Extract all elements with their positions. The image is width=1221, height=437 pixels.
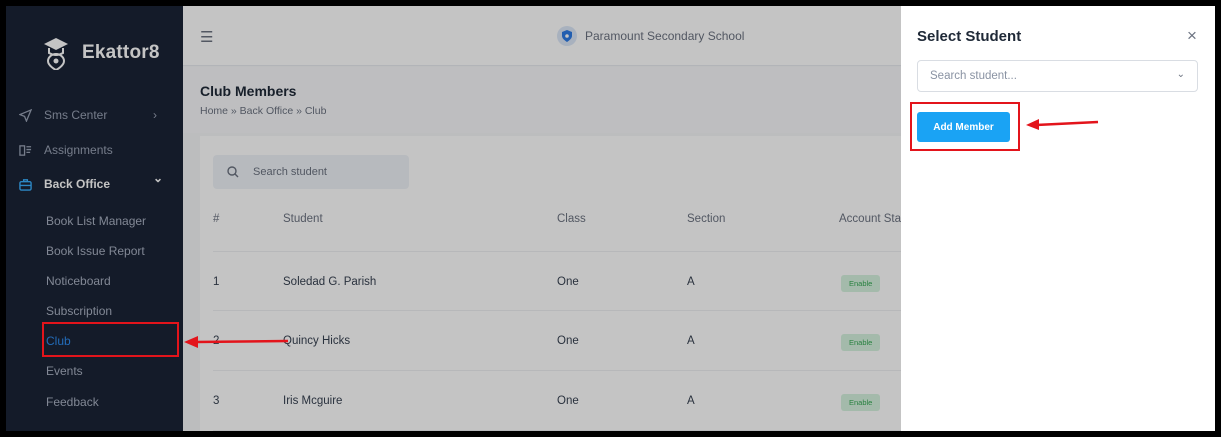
club-highlight-box [42, 322, 179, 357]
school-shield-icon [557, 26, 577, 46]
breadcrumb: Home » Back Office » Club [200, 105, 327, 117]
row-section: A [687, 335, 695, 347]
row-class: One [557, 335, 579, 347]
school-label: Paramount Secondary School [585, 29, 745, 43]
school-name: Paramount Secondary School [557, 26, 744, 46]
sidebar-subitem-subscription[interactable]: Subscription [46, 301, 112, 321]
sidebar-item-label: Assignments [44, 143, 113, 157]
search-placeholder: Search student [253, 166, 327, 178]
select-student-drawer: Select Student × Search student... ⌄ Add… [901, 6, 1215, 431]
sidebar-subitem-book-issue-report[interactable]: Book Issue Report [46, 241, 145, 261]
row-class: One [557, 276, 579, 288]
table-row[interactable]: 2 Quincy Hicks One A Enable [213, 311, 901, 371]
assignments-icon [18, 143, 32, 157]
sidebar-item-assignments[interactable]: Assignments [18, 139, 113, 161]
status-badge: Enable [841, 394, 881, 411]
sidebar-item-sms-center[interactable]: Sms Center › [18, 104, 157, 126]
arrow-left-icon [184, 336, 289, 348]
chevron-right-icon: › [153, 108, 157, 122]
row-number: 1 [213, 276, 220, 288]
drawer-title: Select Student [917, 28, 1022, 45]
briefcase-icon [18, 177, 32, 191]
main-content: ☰ Paramount Secondary School Club Member… [183, 6, 905, 431]
top-bar: ☰ Paramount Secondary School [183, 6, 901, 66]
sidebar-subitem-feedback[interactable]: Feedback [46, 392, 99, 412]
row-student: Soledad G. Parish [283, 276, 377, 288]
arrow-left-icon [1026, 119, 1099, 130]
select-placeholder: Search student... [930, 70, 1017, 82]
add-member-highlight-box [910, 102, 1020, 151]
sidebar-item-label: Back Office [44, 177, 111, 191]
sidebar-subitem-noticeboard[interactable]: Noticeboard [46, 271, 111, 291]
column-header-class: Class [557, 213, 586, 225]
graduation-cap-icon [44, 38, 68, 70]
row-student: Iris Mcguire [283, 395, 343, 407]
app-frame: Ekattor8 Sms Center › Assignments Back O… [6, 6, 1215, 431]
members-card: Search student # Student Class Section A… [200, 136, 905, 431]
student-select[interactable]: Search student... ⌄ [917, 60, 1198, 92]
send-icon [18, 108, 32, 122]
search-input[interactable]: Search student [213, 155, 409, 189]
row-student: Quincy Hicks [283, 335, 351, 347]
sidebar: Ekattor8 Sms Center › Assignments Back O… [6, 6, 183, 431]
table-row[interactable]: 3 Iris Mcguire One A Enable [213, 371, 901, 431]
column-header-section: Section [687, 213, 726, 225]
brand-name: Ekattor8 [82, 42, 160, 63]
menu-icon[interactable]: ☰ [200, 28, 213, 46]
brand[interactable]: Ekattor8 [42, 36, 160, 70]
search-icon [227, 166, 239, 178]
status-badge: Enable [841, 334, 881, 351]
column-header-account-status: Account Stat [839, 213, 905, 225]
row-class: One [557, 395, 579, 407]
row-number: 3 [213, 395, 220, 407]
page-title: Club Members [200, 83, 297, 99]
row-section: A [687, 276, 695, 288]
sidebar-item-label: Sms Center [44, 108, 108, 122]
sidebar-item-back-office[interactable]: Back Office ⌄ [18, 171, 163, 195]
table-row[interactable]: 1 Soledad G. Parish One A Enable [213, 251, 901, 311]
column-header-student: Student [283, 213, 323, 225]
chevron-down-icon: ⌄ [153, 171, 164, 185]
chevron-down-icon: ⌄ [1176, 69, 1185, 80]
page-header: Club Members Home » Back Office » Club [183, 67, 901, 133]
status-badge: Enable [841, 275, 881, 292]
sidebar-subitem-events[interactable]: Events [46, 361, 83, 381]
column-header-number: # [213, 213, 220, 225]
row-section: A [687, 395, 695, 407]
sidebar-subitem-book-list-manager[interactable]: Book List Manager [46, 211, 146, 231]
close-icon[interactable]: × [1187, 26, 1197, 46]
